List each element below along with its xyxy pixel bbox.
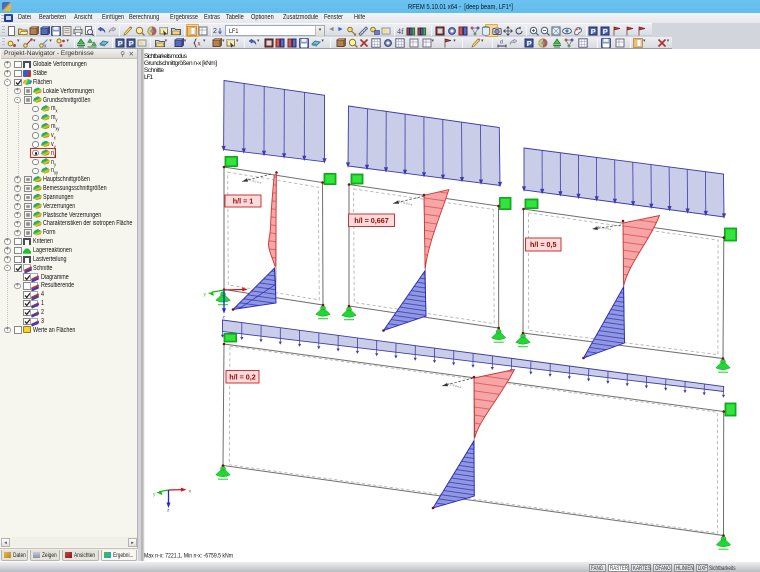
svg-text:h/l = 0,5: h/l = 0,5 xyxy=(530,240,557,249)
svg-text:h/l = 0,667: h/l = 0,667 xyxy=(354,216,389,225)
svg-text:x: x xyxy=(198,41,201,47)
svg-text:Max n-x: 7221.1, Min n-x: -675: Max n-x: 7221.1, Min n-x: -6759.5 kNm xyxy=(144,553,233,560)
svg-text:Sichtbarkeitsmodus: Sichtbarkeitsmodus xyxy=(144,53,188,60)
svg-text:P: P xyxy=(603,27,608,36)
svg-text:P: P xyxy=(128,39,133,48)
svg-text:P: P xyxy=(117,39,122,48)
svg-text:Grundschnittgrößen n-x [kNm]: Grundschnittgrößen n-x [kNm] xyxy=(144,60,217,67)
svg-text:h/l = 1: h/l = 1 xyxy=(233,197,254,206)
svg-text:x: x xyxy=(44,43,47,48)
svg-text:4f: 4f xyxy=(397,27,404,36)
svg-text:Schnitte: Schnitte xyxy=(144,67,164,74)
svg-text:h/l = 0,2: h/l = 0,2 xyxy=(229,372,256,381)
svg-text:P: P xyxy=(527,39,532,48)
svg-text:LF1: LF1 xyxy=(144,74,153,81)
svg-text:P: P xyxy=(591,27,596,36)
svg-text:d: d xyxy=(500,39,503,45)
svg-text:2: 2 xyxy=(213,28,217,35)
